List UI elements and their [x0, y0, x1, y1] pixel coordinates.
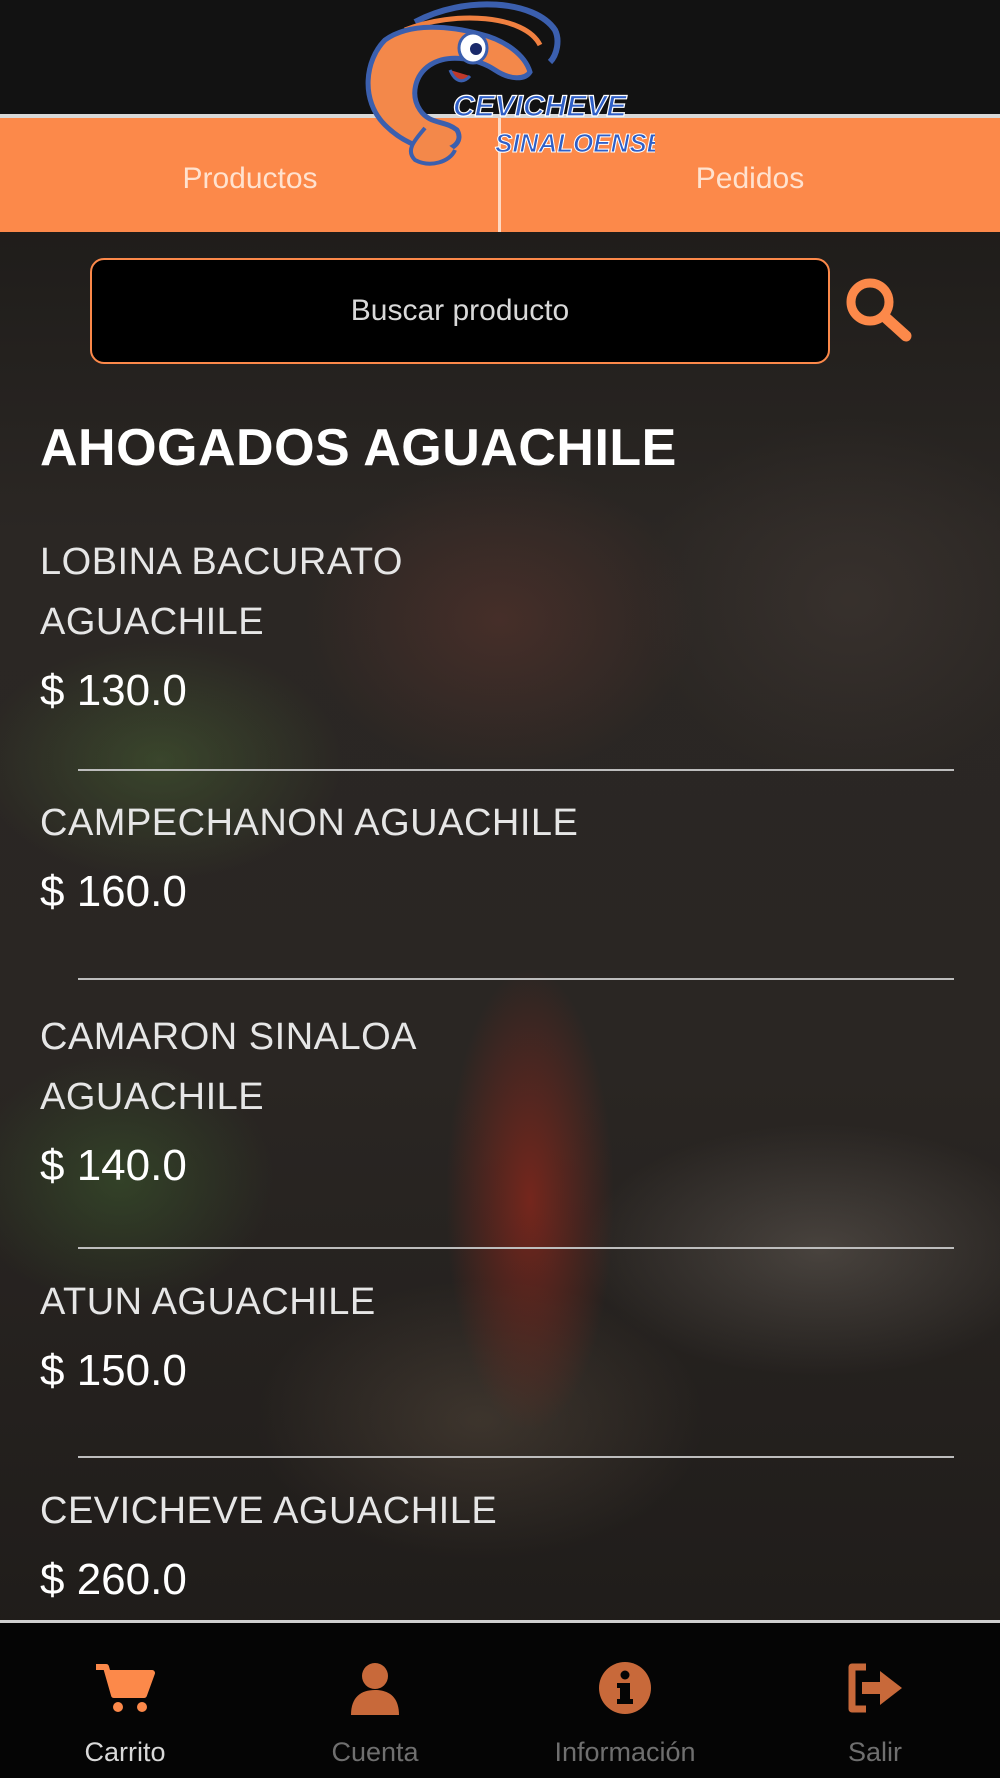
list-divider [78, 1247, 954, 1249]
svg-text:CEVICHEVE: CEVICHEVE [453, 90, 627, 123]
product-name: CAMARON SINALOA AGUACHILE [40, 1016, 415, 1118]
tab-pedidos-label: Pedidos [695, 162, 805, 195]
product-item[interactable]: CEVICHEVE AGUACHILE $ 260.0 [40, 1481, 740, 1605]
list-divider [78, 978, 954, 980]
product-item[interactable]: CAMPECHANON AGUACHILE $ 160.0 [40, 793, 740, 917]
shrimp-logo-icon: CEVICHEVE SINALOENSE [365, 1, 665, 166]
product-price: $ 140.0 [40, 1141, 187, 1190]
nav-salir-label: Salir [847, 1737, 902, 1767]
nav-carrito-label: Carrito [84, 1737, 166, 1767]
svg-text:SINALOENSE: SINALOENSE [495, 128, 655, 158]
product-price: $ 260.0 [40, 1555, 187, 1604]
nav-cuenta[interactable]: Cuenta [250, 1623, 500, 1778]
product-price: $ 160.0 [40, 867, 187, 916]
info-icon [599, 1662, 651, 1714]
list-divider [78, 769, 954, 771]
user-icon [351, 1663, 399, 1715]
product-item[interactable]: CAMARON SINALOA AGUACHILE $ 140.0 [40, 1007, 480, 1191]
product-name: ATUN AGUACHILE [40, 1281, 376, 1323]
product-name: CAMPECHANON AGUACHILE [40, 802, 579, 844]
sign-out-icon [848, 1663, 902, 1713]
product-name: LOBINA BACURATO AGUACHILE [40, 541, 403, 643]
product-price: $ 130.0 [40, 666, 187, 715]
nav-salir[interactable]: Salir [750, 1623, 1000, 1778]
product-name: CEVICHEVE AGUACHILE [40, 1490, 498, 1532]
cart-icon [96, 1664, 155, 1712]
bottom-nav: Carrito Cuenta Información Salir [0, 1623, 1000, 1778]
product-price: $ 150.0 [40, 1346, 187, 1395]
tab-productos-label: Productos [182, 162, 318, 195]
search-button[interactable] [840, 272, 916, 348]
search-icon [846, 278, 912, 342]
product-item[interactable]: ATUN AGUACHILE $ 150.0 [40, 1272, 740, 1396]
category-title: AHOGADOS AGUACHILE [40, 419, 677, 477]
product-item[interactable]: LOBINA BACURATO AGUACHILE $ 130.0 [40, 532, 480, 716]
nav-informacion-label: Información [554, 1737, 696, 1767]
search-placeholder: Buscar producto [350, 294, 570, 327]
brand-logo: CEVICHEVE SINALOENSE [345, 0, 665, 172]
search-input[interactable]: Buscar producto [90, 258, 830, 364]
nav-carrito[interactable]: Carrito [0, 1623, 250, 1778]
nav-informacion[interactable]: Información [500, 1623, 750, 1778]
nav-cuenta-label: Cuenta [331, 1737, 419, 1767]
list-divider [78, 1456, 954, 1458]
